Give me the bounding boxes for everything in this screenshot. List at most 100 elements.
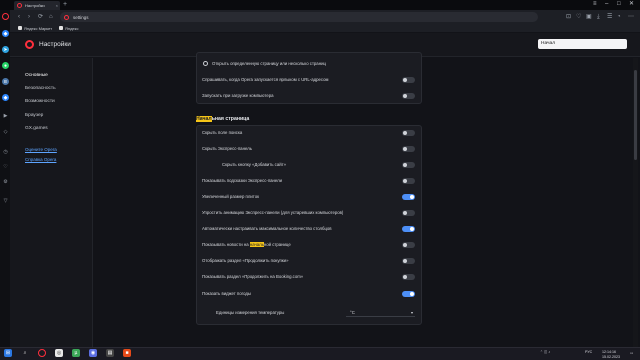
vk-icon[interactable]: в bbox=[2, 78, 9, 85]
bookmarks-icon[interactable]: ♡ bbox=[2, 163, 9, 170]
setting-label: Показать виджет погоды bbox=[202, 291, 252, 296]
menu-icon[interactable]: ⋯ bbox=[628, 13, 634, 21]
toggle-switch[interactable] bbox=[402, 162, 415, 168]
easy-setup-icon[interactable]: ☰ bbox=[607, 13, 612, 21]
setting-label: Запускать при загрузке компьютера bbox=[202, 93, 274, 98]
setting-label: Скрыть кнопку «Добавить сайт» bbox=[222, 162, 286, 167]
section-title-start-page: Начальная страница bbox=[196, 115, 249, 123]
settings-search-input[interactable]: Начал bbox=[538, 39, 627, 49]
telegram-icon[interactable]: ➤ bbox=[2, 46, 9, 53]
toggle-switch[interactable] bbox=[402, 146, 415, 152]
section-title-rest: ьная страница bbox=[211, 116, 250, 122]
torrent-icon[interactable]: µ bbox=[72, 349, 80, 357]
tab-settings[interactable]: Настройки × bbox=[14, 1, 60, 10]
address-text: settings bbox=[73, 14, 89, 20]
setting-label: Отображать раздел «Продолжить покупки» bbox=[202, 258, 289, 263]
nav-item-features[interactable]: Возможности bbox=[25, 98, 55, 106]
download-icon[interactable]: ⤓ bbox=[597, 13, 600, 21]
chevron-down-icon: ▾ bbox=[410, 310, 413, 315]
address-field[interactable]: settings bbox=[60, 12, 538, 22]
back-button[interactable]: ‹ bbox=[18, 13, 20, 21]
setting-label: Увеличенный размер плиток bbox=[202, 194, 259, 199]
setting-label: Автоматически настраивать максимальное к… bbox=[202, 226, 332, 231]
minimize-button[interactable]: – bbox=[605, 0, 608, 9]
history-icon[interactable]: ◷ bbox=[2, 148, 9, 155]
bookmark-yandex-market[interactable]: Яндекс Маркет bbox=[18, 24, 52, 32]
clock-time[interactable]: 12:14:16 bbox=[602, 350, 616, 354]
temperature-unit-select[interactable]: °C ▾ bbox=[346, 309, 415, 317]
toggle-switch[interactable] bbox=[402, 258, 415, 264]
setting-label: Спрашивать, когда Opera запускается ярлы… bbox=[202, 77, 329, 82]
nav-item-gxgames[interactable]: GX.games bbox=[25, 125, 48, 133]
editor-icon[interactable]: ▤ bbox=[106, 349, 114, 357]
toggle-switch[interactable] bbox=[402, 77, 415, 83]
reload-button[interactable]: ⟳ bbox=[38, 13, 43, 21]
sidebar-toggle-icon[interactable]: ≡ bbox=[593, 0, 597, 9]
player-icon[interactable]: ▶ bbox=[2, 112, 9, 119]
setting-label: Упростить анимацию Экспресс-панели (для … bbox=[202, 210, 344, 215]
clock-date[interactable]: 15.02.2023 bbox=[602, 355, 620, 359]
bookmarks-bar bbox=[10, 24, 640, 32]
wallet-icon[interactable]: ▣ bbox=[586, 13, 592, 21]
app-icon[interactable]: ◎ bbox=[55, 349, 63, 357]
new-tab-button[interactable]: + bbox=[63, 1, 67, 9]
startup-radio-label: Открыть определенную страницу или нескол… bbox=[212, 61, 326, 66]
toggle-switch[interactable] bbox=[402, 291, 415, 297]
maximize-button[interactable]: □ bbox=[617, 0, 621, 9]
toggle-switch[interactable] bbox=[402, 274, 415, 280]
messenger2-icon[interactable]: ◆ bbox=[2, 94, 9, 101]
nav-item-browser[interactable]: Браузер bbox=[25, 112, 43, 120]
toggle-switch[interactable] bbox=[402, 194, 415, 200]
nav-item-basic[interactable]: Основные bbox=[25, 72, 48, 80]
language-indicator[interactable]: РУС bbox=[585, 350, 592, 354]
pinboard-icon[interactable]: ▽ bbox=[2, 197, 9, 204]
opera-help-link[interactable]: Справка Opera bbox=[25, 156, 56, 164]
toggle-switch[interactable] bbox=[402, 210, 415, 216]
start-icon[interactable]: ⊞ bbox=[4, 349, 12, 357]
nav-item-security[interactable]: Безопасность bbox=[25, 85, 56, 93]
opera-taskbar-icon[interactable] bbox=[38, 349, 46, 357]
notifications-icon[interactable]: ▭ bbox=[630, 351, 633, 355]
bookmark-yandex[interactable]: Яндекс bbox=[59, 24, 78, 32]
heart-icon[interactable]: ♡ bbox=[576, 13, 581, 21]
temperature-label: Единицы измерения температуры bbox=[216, 310, 285, 315]
toggle-switch[interactable] bbox=[402, 93, 415, 99]
bookmark-icon bbox=[59, 26, 63, 30]
account-icon[interactable]: ◔ bbox=[617, 13, 621, 21]
messenger-icon[interactable]: ◆ bbox=[2, 30, 9, 37]
scrollbar-thumb[interactable] bbox=[634, 70, 637, 160]
opera-logo-icon bbox=[25, 40, 34, 49]
setting-label: Показывать раздел «Продолжить на Booking… bbox=[202, 274, 304, 279]
home-button[interactable]: ⌂ bbox=[49, 13, 53, 21]
toggle-switch[interactable] bbox=[402, 242, 415, 248]
opera-menu-icon[interactable] bbox=[2, 13, 9, 20]
setting-label: Показывать подсказки Экспресс-панели bbox=[202, 178, 283, 183]
settings-icon[interactable]: ⚙ bbox=[2, 178, 9, 185]
setting-label-news: Показывать новости на начальной странице bbox=[202, 241, 291, 249]
app2-icon[interactable]: ■ bbox=[123, 349, 131, 357]
viber-icon[interactable]: ◉ bbox=[89, 349, 97, 357]
crypto-wallet-icon[interactable]: ◇ bbox=[2, 128, 9, 135]
whatsapp-icon[interactable]: ● bbox=[2, 62, 9, 69]
close-window-button[interactable]: ✕ bbox=[629, 0, 634, 9]
close-tab-icon[interactable]: × bbox=[56, 3, 58, 8]
tab-strip bbox=[0, 0, 640, 10]
setting-label-rest: ной странице bbox=[263, 242, 291, 247]
setting-label: Скрыть Экспресс-панель bbox=[202, 146, 252, 151]
toggle-switch[interactable] bbox=[402, 130, 415, 136]
toggle-switch[interactable] bbox=[402, 178, 415, 184]
snapshot-icon[interactable]: ⊡ bbox=[566, 13, 571, 21]
tab-title: Настройки bbox=[25, 3, 45, 8]
opera-logo-icon bbox=[17, 3, 22, 8]
rate-opera-link[interactable]: Оцените Opera bbox=[25, 146, 57, 154]
bookmark-label: Яндекс bbox=[65, 25, 79, 31]
tray-icons[interactable]: ⌃ ◫ ♪ bbox=[540, 350, 550, 354]
opera-logo-icon bbox=[64, 14, 69, 20]
search-highlight: началь bbox=[249, 242, 264, 247]
toggle-switch[interactable] bbox=[402, 226, 415, 232]
select-value: °C bbox=[350, 310, 355, 315]
search-highlight: Начал bbox=[196, 116, 212, 122]
startup-radio[interactable] bbox=[203, 61, 208, 66]
forward-button[interactable]: › bbox=[28, 13, 30, 21]
search-icon[interactable]: ⌕ bbox=[21, 349, 29, 357]
